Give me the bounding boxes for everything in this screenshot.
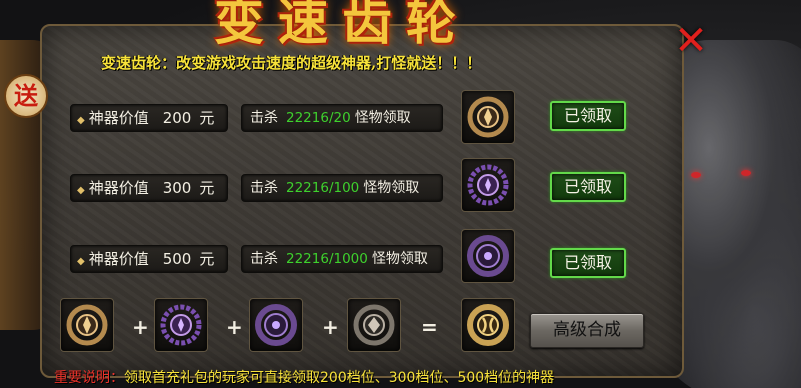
game-window: 变速齿轮 ✕ 送 变速齿轮：改变游戏攻击速度的超级神器,打怪就送！！！ ◆ 神器价… (0, 0, 801, 388)
dragon-eye-icon (741, 170, 751, 176)
value-unit: 元 (199, 250, 215, 268)
value-label: 神器价值 (88, 179, 149, 197)
value-amount: 500 (162, 250, 192, 268)
artifact-value-box: ◆ 神器价值 200 元 (70, 104, 228, 132)
kill-requirement-box: 击杀 22216/20 怪物领取 (241, 104, 443, 132)
violet-gear-icon[interactable] (461, 229, 515, 283)
kill-requirement-box: 击杀 22216/1000 怪物领取 (241, 245, 443, 273)
plus-operator: + (132, 315, 149, 339)
diamond-icon: ◆ (77, 115, 85, 126)
value-unit: 元 (199, 109, 215, 127)
send-badge: 送 (4, 74, 48, 118)
artifact-value-box: ◆ 神器价值 300 元 (70, 174, 228, 202)
claim-button[interactable]: 已领取 (550, 248, 626, 278)
kill-label: 击杀 (250, 180, 278, 196)
diamond-icon: ◆ (77, 185, 85, 196)
subtitle: 变速齿轮：改变游戏攻击速度的超级神器,打怪就送！！！ (101, 54, 482, 72)
purple-gear-icon[interactable] (154, 298, 208, 352)
silver-gear-icon[interactable] (347, 298, 401, 352)
kill-label: 击杀 (250, 110, 278, 126)
kill-suffix: 怪物领取 (363, 180, 420, 196)
value-amount: 300 (162, 179, 192, 197)
gold-gear-icon[interactable] (461, 298, 515, 352)
kill-count: 22216/20 (286, 110, 351, 126)
value-label: 神器价值 (88, 109, 149, 127)
important-notice: 重要说明：领取首充礼包的玩家可直接领取200档位、300档位、500档位的神器 (54, 368, 554, 388)
bronze-gear-icon[interactable] (60, 298, 114, 352)
value-amount: 200 (162, 109, 192, 127)
value-unit: 元 (199, 179, 215, 197)
notice-text: 领取首充礼包的玩家可直接领取200档位、300档位、500档位的神器 (124, 370, 555, 386)
artifact-value-box: ◆ 神器价值 500 元 (70, 245, 228, 273)
dragon-eye-icon (691, 172, 701, 178)
kill-count: 22216/1000 (286, 251, 368, 267)
kill-label: 击杀 (250, 251, 278, 267)
page-title: 变速齿轮 (214, 0, 470, 51)
advanced-merge-button[interactable]: 高级合成 (530, 313, 644, 348)
claim-button[interactable]: 已领取 (550, 101, 626, 131)
purple-gear-icon[interactable] (461, 158, 515, 212)
value-label: 神器价值 (88, 250, 149, 268)
notice-label: 重要说明： (54, 370, 124, 386)
kill-suffix: 怪物领取 (354, 110, 411, 126)
bronze-gear-icon[interactable] (461, 90, 515, 144)
plus-operator: + (226, 315, 243, 339)
close-button[interactable]: ✕ (672, 21, 710, 61)
kill-requirement-box: 击杀 22216/100 怪物领取 (241, 174, 443, 202)
kill-count: 22216/100 (286, 180, 360, 196)
claim-button[interactable]: 已领取 (550, 172, 626, 202)
plus-operator: + (322, 315, 339, 339)
equals-operator: = (421, 315, 438, 339)
kill-suffix: 怪物领取 (371, 251, 428, 267)
diamond-icon: ◆ (77, 256, 85, 267)
violet-gear-icon[interactable] (249, 298, 303, 352)
